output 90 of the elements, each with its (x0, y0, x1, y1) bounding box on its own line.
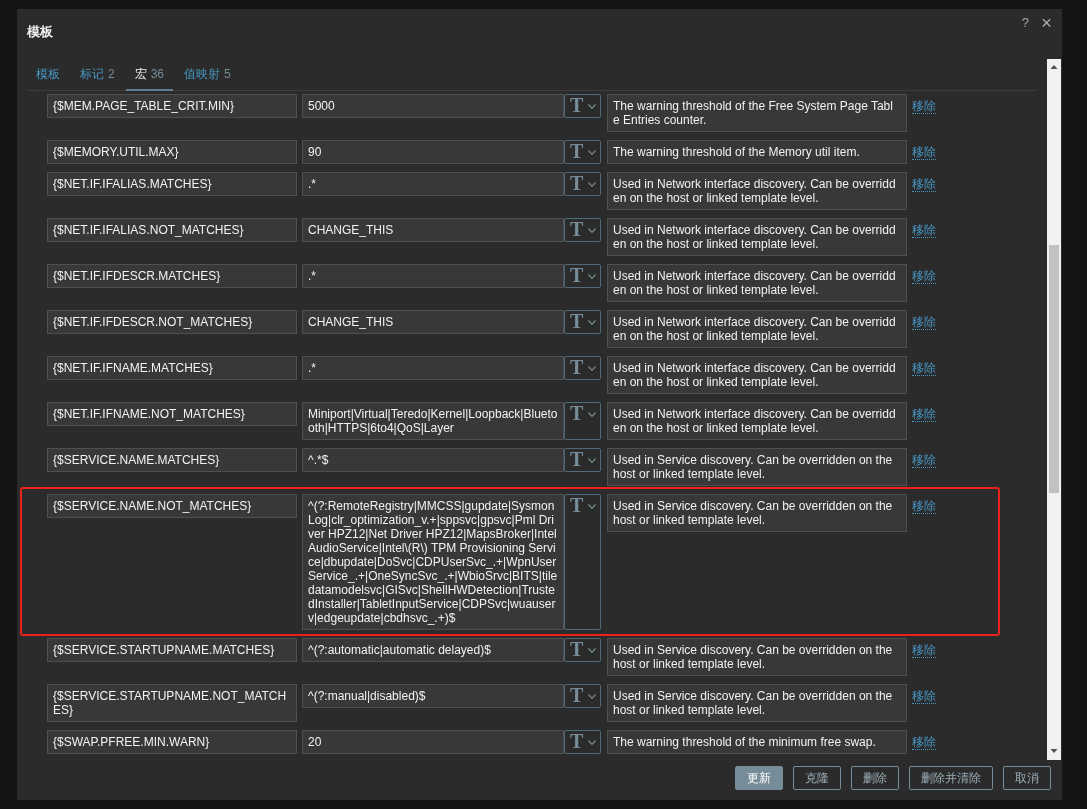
delete-and-clear-button[interactable]: 删除并清除 (909, 766, 993, 790)
chevron-down-icon (588, 366, 596, 371)
description-field[interactable]: Used in Network interface discovery. Can be overridden on the host or linked template level. (607, 264, 907, 302)
remove-link[interactable]: 移除 (912, 177, 936, 192)
remove-link[interactable]: 移除 (912, 99, 936, 114)
remove-link[interactable]: 移除 (912, 223, 936, 238)
type-dropdown[interactable]: T (564, 494, 601, 630)
chevron-down-icon (588, 150, 596, 155)
macro-field[interactable]: {$NET.IF.IFALIAS.NOT_MATCHES} (47, 218, 297, 242)
description-field[interactable]: The warning threshold of the Memory util item. (607, 140, 907, 164)
description-field[interactable]: Used in Network interface discovery. Can be overridden on the host or linked template level. (607, 402, 907, 440)
remove-link[interactable]: 移除 (912, 499, 936, 514)
description-field[interactable]: The warning threshold of the minimum free swap. (607, 730, 907, 754)
dialog-title: 模板 (27, 24, 53, 39)
chevron-down-icon (588, 458, 596, 463)
remove-link[interactable]: 移除 (912, 689, 936, 704)
chevron-down-icon (588, 104, 596, 109)
clone-button[interactable]: 克隆 (793, 766, 841, 790)
chevron-down-icon (588, 182, 596, 187)
value-field[interactable]: CHANGE_THIS (302, 218, 564, 242)
value-field[interactable]: CHANGE_THIS (302, 310, 564, 334)
chevron-down-icon (588, 648, 596, 653)
description-field[interactable]: Used in Network interface discovery. Can be overridden on the host or linked template level. (607, 172, 907, 210)
value-field[interactable]: Miniport|Virtual|Teredo|Kernel|Loopback|Bluetooth|HTTPS|6to4|QoS|Layer (302, 402, 564, 440)
remove-link[interactable]: 移除 (912, 407, 936, 422)
remove-link[interactable]: 移除 (912, 643, 936, 658)
chevron-down-icon (588, 412, 596, 417)
chevron-down-icon (588, 274, 596, 279)
type-dropdown[interactable]: T (564, 448, 601, 472)
description-field[interactable]: Used in Network interface discovery. Can be overridden on the host or linked template level. (607, 310, 907, 348)
remove-link[interactable]: 移除 (912, 315, 936, 330)
type-dropdown[interactable]: T (564, 140, 601, 164)
remove-link[interactable]: 移除 (912, 361, 936, 376)
value-field[interactable]: 5000 (302, 94, 564, 118)
macro-field[interactable]: {$NET.IF.IFDESCR.NOT_MATCHES} (47, 310, 297, 334)
macro-field[interactable]: {$NET.IF.IFALIAS.MATCHES} (47, 172, 297, 196)
value-field[interactable]: ^(?:automatic|automatic delayed)$ (302, 638, 564, 662)
type-dropdown[interactable]: T (564, 684, 601, 708)
chevron-down-icon (588, 228, 596, 233)
type-dropdown[interactable]: T (564, 172, 601, 196)
type-dropdown[interactable]: T (564, 356, 601, 380)
remove-link[interactable]: 移除 (912, 453, 936, 468)
help-button[interactable]: ? (1021, 15, 1029, 31)
macro-field[interactable]: {$SERVICE.STARTUPNAME.NOT_MATCHES} (47, 684, 297, 722)
macro-field[interactable]: {$NET.IF.IFNAME.MATCHES} (47, 356, 297, 380)
delete-button[interactable]: 删除 (851, 766, 899, 790)
description-field[interactable]: Used in Service discovery. Can be overridden on the host or linked template level. (607, 684, 907, 722)
value-field[interactable]: .* (302, 264, 564, 288)
description-field[interactable]: Used in Service discovery. Can be overridden on the host or linked template level. (607, 448, 907, 486)
type-dropdown[interactable]: T (564, 402, 601, 440)
remove-link[interactable]: 移除 (912, 145, 936, 160)
value-field[interactable]: ^(?:manual|disabled)$ (302, 684, 564, 708)
macro-field[interactable]: {$SERVICE.NAME.MATCHES} (47, 448, 297, 472)
chevron-down-icon (588, 504, 596, 509)
cancel-button[interactable]: 取消 (1003, 766, 1051, 790)
tab[interactable]: 模板 (27, 59, 69, 91)
macro-field[interactable]: {$SWAP.PFREE.MIN.WARN} (47, 730, 297, 754)
value-field[interactable]: 90 (302, 140, 564, 164)
macro-field[interactable]: {$NET.IF.IFDESCR.MATCHES} (47, 264, 297, 288)
macro-field[interactable]: {$MEMORY.UTIL.MAX} (47, 140, 297, 164)
remove-link[interactable]: 移除 (912, 735, 936, 750)
description-field[interactable]: Used in Service discovery. Can be overridden on the host or linked template level. (607, 638, 907, 676)
description-field[interactable]: Used in Network interface discovery. Can be overridden on the host or linked template level. (607, 356, 907, 394)
macro-field[interactable]: {$NET.IF.IFNAME.NOT_MATCHES} (47, 402, 297, 426)
value-field[interactable]: 20 (302, 730, 564, 754)
type-dropdown[interactable]: T (564, 730, 601, 754)
tab[interactable]: 值映射 5 (175, 59, 240, 91)
value-field[interactable]: .* (302, 356, 564, 380)
value-field[interactable]: .* (302, 172, 564, 196)
chevron-down-icon (588, 320, 596, 325)
tab[interactable]: 宏 36 (125, 59, 174, 91)
macro-field[interactable]: {$SERVICE.STARTUPNAME.MATCHES} (47, 638, 297, 662)
description-field[interactable]: Used in Service discovery. Can be overridden on the host or linked template level. (607, 494, 907, 532)
type-dropdown[interactable]: T (564, 310, 601, 334)
description-field[interactable]: The warning threshold of the Free System Page Table Entries counter. (607, 94, 907, 132)
chevron-down-icon (588, 740, 596, 745)
type-dropdown[interactable]: T (564, 264, 601, 288)
macro-field[interactable]: {$SERVICE.NAME.NOT_MATCHES} (47, 494, 297, 518)
scrollbar[interactable] (1047, 59, 1061, 760)
type-dropdown[interactable]: T (564, 638, 601, 662)
description-field[interactable]: Used in Network interface discovery. Can be overridden on the host or linked template level. (607, 218, 907, 256)
type-dropdown[interactable]: T (564, 218, 601, 242)
value-field[interactable]: ^(?:RemoteRegistry|MMCSS|gupdate|SysmonLog|clr_optimization_v.+|sppsvc|gpsvc|Pml Driver HPZ12|Net Driver HPZ12|MapsBroker|IntelAudioService|Intel\(R\) TPM Provisioning Service|dbupdate|DoSvc|CDPUserSvc_.+|WpnUserService_.+|OneSyncSvc_.+|WbioSrvc|BITS|tiledatamodelsvc|GISvc|ShellHWDetection|TrustedInstaller|TabletInputService|CDPSvc|wuauserv|edgeupdate|cbdhsvc_.+)$ (302, 494, 564, 630)
close-button[interactable]: × (1040, 15, 1052, 31)
type-dropdown[interactable]: T (564, 94, 601, 118)
chevron-down-icon (588, 694, 596, 699)
remove-link[interactable]: 移除 (912, 269, 936, 284)
value-field[interactable]: ^.*$ (302, 448, 564, 472)
tab[interactable]: 标记 2 (71, 59, 124, 91)
macro-field[interactable]: {$MEM.PAGE_TABLE_CRIT.MIN} (47, 94, 297, 118)
